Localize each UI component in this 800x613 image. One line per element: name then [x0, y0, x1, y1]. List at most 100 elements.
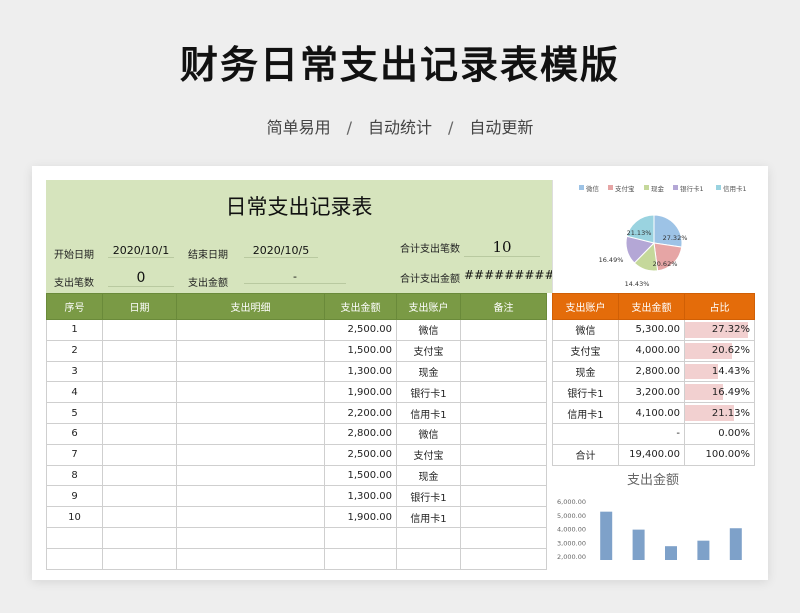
account-cell[interactable]: 现金: [396, 464, 461, 487]
account-cell[interactable]: 银行卡1: [396, 485, 461, 508]
amount-cell[interactable]: 2,800.00: [324, 422, 397, 445]
note-cell[interactable]: [460, 464, 547, 487]
summary-account[interactable]: [552, 422, 619, 445]
date-cell[interactable]: [102, 485, 177, 508]
row-number[interactable]: 2: [46, 339, 103, 362]
summary-percent[interactable]: 27.32%: [684, 319, 755, 341]
summary-row: 信用卡1 4,100.00 21.13%: [552, 402, 755, 424]
date-cell[interactable]: [102, 381, 177, 404]
account-cell[interactable]: 银行卡1: [396, 381, 461, 404]
row-number[interactable]: 4: [46, 381, 103, 404]
amount-cell[interactable]: 1,900.00: [324, 381, 397, 404]
start-date-value[interactable]: 2020/10/1: [108, 244, 174, 258]
summary-amount[interactable]: 4,100.00: [618, 402, 685, 424]
summary-account[interactable]: 支付宝: [552, 339, 619, 362]
detail-cell[interactable]: [176, 526, 325, 549]
date-cell[interactable]: [102, 360, 177, 383]
note-cell[interactable]: [460, 381, 547, 404]
table-row: 4 1,900.00 银行卡1: [46, 381, 547, 404]
date-cell[interactable]: [102, 464, 177, 487]
note-cell[interactable]: [460, 339, 547, 362]
amount-cell[interactable]: 1,300.00: [324, 360, 397, 383]
amount-cell[interactable]: 2,500.00: [324, 443, 397, 466]
amount-cell[interactable]: 2,500.00: [324, 319, 397, 341]
row-number[interactable]: 6: [46, 422, 103, 445]
note-cell[interactable]: [460, 485, 547, 508]
detail-cell[interactable]: [176, 402, 325, 424]
summary-percent[interactable]: 14.43%: [684, 360, 755, 383]
detail-cell[interactable]: [176, 506, 325, 528]
column-header: 序号: [46, 293, 103, 320]
account-cell[interactable]: 现金: [396, 360, 461, 383]
summary-account[interactable]: 微信: [552, 319, 619, 341]
amount-cell[interactable]: 1,900.00: [324, 506, 397, 528]
summary-percent[interactable]: 21.13%: [684, 402, 755, 424]
end-date-value[interactable]: 2020/10/5: [244, 244, 318, 258]
date-cell[interactable]: [102, 526, 177, 549]
account-cell[interactable]: 信用卡1: [396, 402, 461, 424]
date-cell[interactable]: [102, 547, 177, 570]
note-cell[interactable]: [460, 526, 547, 549]
summary-percent[interactable]: 16.49%: [684, 381, 755, 404]
row-number[interactable]: 3: [46, 360, 103, 383]
summary-account[interactable]: 银行卡1: [552, 381, 619, 404]
summary-amount[interactable]: -: [618, 422, 685, 445]
detail-cell[interactable]: [176, 464, 325, 487]
amount-cell[interactable]: [324, 547, 397, 570]
summary-amount[interactable]: 2,800.00: [618, 360, 685, 383]
row-number[interactable]: 8: [46, 464, 103, 487]
account-cell[interactable]: 微信: [396, 319, 461, 341]
detail-cell[interactable]: [176, 381, 325, 404]
note-cell[interactable]: [460, 360, 547, 383]
date-cell[interactable]: [102, 339, 177, 362]
detail-cell[interactable]: [176, 422, 325, 445]
total-amount-value: ##########: [464, 268, 565, 282]
detail-cell[interactable]: [176, 485, 325, 508]
summary-percent[interactable]: 0.00%: [684, 422, 755, 445]
summary-amount[interactable]: 3,200.00: [618, 381, 685, 404]
row-number[interactable]: 10: [46, 506, 103, 528]
account-cell[interactable]: 信用卡1: [396, 506, 461, 528]
row-number[interactable]: 1: [46, 319, 103, 341]
detail-cell[interactable]: [176, 443, 325, 466]
bar-chart: 支出金额 6,000.00 5,000.00 4,000.00 3,000.00 2,0…: [552, 466, 754, 566]
amount-cell[interactable]: 1,300.00: [324, 485, 397, 508]
date-cell[interactable]: [102, 319, 177, 341]
detail-cell[interactable]: [176, 547, 325, 570]
amount-cell[interactable]: 2,200.00: [324, 402, 397, 424]
note-cell[interactable]: [460, 319, 547, 341]
note-cell[interactable]: [460, 402, 547, 424]
summary-percent[interactable]: 20.62%: [684, 339, 755, 362]
row-number[interactable]: [46, 526, 103, 549]
note-cell[interactable]: [460, 506, 547, 528]
note-cell[interactable]: [460, 443, 547, 466]
amount-cell[interactable]: [324, 526, 397, 549]
detail-cell[interactable]: [176, 319, 325, 341]
detail-cell[interactable]: [176, 360, 325, 383]
amount-cell[interactable]: 1,500.00: [324, 464, 397, 487]
summary-amount[interactable]: 5,300.00: [618, 319, 685, 341]
feature-tags: 简单易用 / 自动统计 / 自动更新: [0, 114, 800, 138]
row-number[interactable]: 9: [46, 485, 103, 508]
account-cell[interactable]: 微信: [396, 422, 461, 445]
amount-cell[interactable]: 1,500.00: [324, 339, 397, 362]
summary-amount[interactable]: 4,000.00: [618, 339, 685, 362]
account-cell[interactable]: [396, 547, 461, 570]
summary-account[interactable]: 信用卡1: [552, 402, 619, 424]
pie-slice-label: 21.13%: [627, 229, 652, 237]
row-number[interactable]: 7: [46, 443, 103, 466]
date-cell[interactable]: [102, 402, 177, 424]
note-cell[interactable]: [460, 422, 547, 445]
note-cell[interactable]: [460, 547, 547, 570]
date-cell[interactable]: [102, 443, 177, 466]
date-cell[interactable]: [102, 422, 177, 445]
detail-cell[interactable]: [176, 339, 325, 362]
account-cell[interactable]: 支付宝: [396, 339, 461, 362]
date-cell[interactable]: [102, 506, 177, 528]
row-number[interactable]: 5: [46, 402, 103, 424]
account-cell[interactable]: [396, 526, 461, 549]
account-cell[interactable]: 支付宝: [396, 443, 461, 466]
pie-slice-label: 20.62%: [653, 260, 678, 268]
summary-account[interactable]: 现金: [552, 360, 619, 383]
row-number[interactable]: [46, 547, 103, 570]
